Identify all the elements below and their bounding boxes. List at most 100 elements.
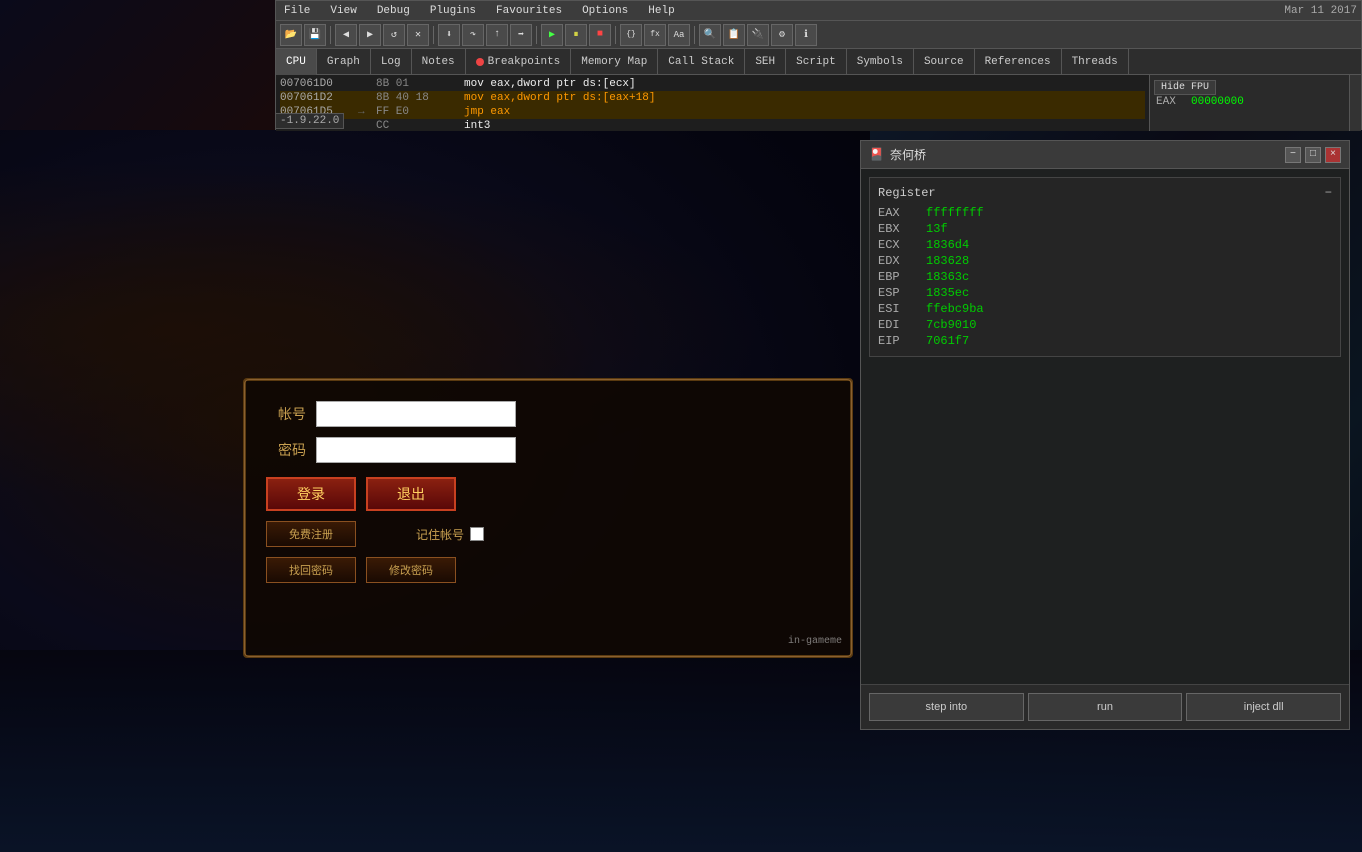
- tb-open[interactable]: 📂: [280, 24, 302, 46]
- exit-btn[interactable]: 退出: [366, 477, 456, 511]
- step-into-btn[interactable]: step into: [869, 693, 1024, 721]
- disasm-row-1[interactable]: 007061D2 8B 40 18 mov eax,dword ptr ds:[…: [280, 91, 1145, 105]
- dialog-naihe: 🎴 奈何桥 − □ × Register − EAX ffffffff EBX …: [860, 140, 1350, 730]
- tab-references[interactable]: References: [975, 49, 1062, 75]
- disasm-instr-2: jmp eax: [464, 106, 510, 118]
- tab-breakpoints[interactable]: Breakpoints: [466, 49, 572, 75]
- tb-back[interactable]: ◀: [335, 24, 357, 46]
- disasm-area: 007061D0 8B 01 mov eax,dword ptr ds:[ecx…: [276, 75, 1361, 131]
- tb-pause[interactable]: ⏸: [565, 24, 587, 46]
- menu-plugins[interactable]: Plugins: [426, 3, 480, 19]
- toolbar: 📂 💾 ◀ ▶ ↺ ✕ ⬇ ↷ ↑ ➡ ▶ ⏸ ■ {} fx Aa 🔍 📋 🔌…: [276, 21, 1361, 49]
- tb-sep5: [694, 26, 695, 44]
- tab-notes[interactable]: Notes: [412, 49, 466, 75]
- tb-restart[interactable]: ↺: [383, 24, 405, 46]
- password-label: 密码: [266, 440, 306, 460]
- menu-favourites[interactable]: Favourites: [492, 3, 566, 19]
- tab-symbols[interactable]: Symbols: [847, 49, 914, 75]
- tab-threads[interactable]: Threads: [1062, 49, 1129, 75]
- reg-eax-value: ffffffff: [926, 206, 1332, 220]
- tb-close[interactable]: ✕: [407, 24, 429, 46]
- menu-options[interactable]: Options: [578, 3, 632, 19]
- disasm-row-2[interactable]: 007061D5 → FF E0 jmp eax: [280, 105, 1145, 119]
- tab-cpu[interactable]: CPU: [276, 49, 317, 75]
- tb-forward[interactable]: ▶: [359, 24, 381, 46]
- tab-script[interactable]: Script: [786, 49, 847, 75]
- run-btn[interactable]: run: [1028, 693, 1183, 721]
- tb-runto[interactable]: ➡: [510, 24, 532, 46]
- dialog-maximize[interactable]: □: [1305, 147, 1321, 163]
- reg-ebp-value: 18363c: [926, 270, 1332, 284]
- tab-log[interactable]: Log: [371, 49, 412, 75]
- disasm-instr-0: mov eax,dword ptr ds:[ecx]: [464, 78, 636, 90]
- tb-help[interactable]: ℹ: [795, 24, 817, 46]
- login-btn[interactable]: 登录: [266, 477, 356, 511]
- tb-stop[interactable]: ■: [589, 24, 611, 46]
- tb-stepover[interactable]: ↷: [462, 24, 484, 46]
- tb-mem[interactable]: 🔍: [699, 24, 721, 46]
- tab-seh[interactable]: SEH: [745, 49, 786, 75]
- inject-dll-btn[interactable]: inject dll: [1186, 693, 1341, 721]
- tb-run[interactable]: ▶: [541, 24, 563, 46]
- change-pwd-btn[interactable]: 修改密码: [366, 557, 456, 583]
- tb-stepinto[interactable]: ⬇: [438, 24, 460, 46]
- disasm-bytes-0: 8B 01: [376, 78, 456, 90]
- tb-stepout[interactable]: ↑: [486, 24, 508, 46]
- tab-memory-label: Memory Map: [581, 56, 647, 68]
- dialog-title-area: 🎴 奈何桥: [869, 146, 926, 163]
- tab-memory-map[interactable]: Memory Map: [571, 49, 658, 75]
- tb-opts[interactable]: ⚙: [771, 24, 793, 46]
- register-btn[interactable]: 免费注册: [266, 521, 356, 547]
- disasm-bytes-1: 8B 40 18: [376, 92, 456, 104]
- menu-file[interactable]: File: [280, 3, 314, 19]
- reg-edx-value: 183628: [926, 254, 1332, 268]
- tab-callstack-label: Call Stack: [668, 56, 734, 68]
- reg-eax-label: EAX: [878, 206, 918, 220]
- menu-debug[interactable]: Debug: [373, 3, 414, 19]
- tab-script-label: Script: [796, 56, 836, 68]
- tab-cpu-label: CPU: [286, 56, 306, 68]
- game-login-dialog: 帐号 密码 登录 退出 免费注册 记住帐号 找回密码 修改密码 in-gamem…: [243, 378, 853, 658]
- dialog-content: Register − EAX ffffffff EBX 13f ECX 1836…: [861, 169, 1349, 684]
- reg-top-panel: Hide FPU EAX 00000000: [1149, 75, 1349, 131]
- hide-fpu-btn[interactable]: Hide FPU: [1154, 79, 1345, 93]
- tab-bar: CPU Graph Log Notes Breakpoints Memory M…: [276, 49, 1361, 75]
- tb-patch[interactable]: fx: [644, 24, 666, 46]
- tab-symbols-label: Symbols: [857, 56, 903, 68]
- find-pwd-btn[interactable]: 找回密码: [266, 557, 356, 583]
- disasm-addr-0: 007061D0: [280, 78, 350, 90]
- menu-help[interactable]: Help: [644, 3, 678, 19]
- disasm-instr-1: mov eax,dword ptr ds:[eax+18]: [464, 92, 655, 104]
- remember-label: 记住帐号: [416, 526, 464, 543]
- tab-source-label: Source: [924, 56, 964, 68]
- reg-edx-label: EDX: [878, 254, 918, 268]
- dialog-title-text: 奈何桥: [890, 146, 926, 163]
- reg-section-minus[interactable]: −: [1325, 186, 1332, 200]
- dialog-controls: − □ ×: [1285, 147, 1341, 163]
- disasm-row-0[interactable]: 007061D0 8B 01 mov eax,dword ptr ds:[ecx…: [280, 77, 1145, 91]
- tb-ref[interactable]: 📋: [723, 24, 745, 46]
- reg-ecx-value: 1836d4: [926, 238, 1332, 252]
- tb-sep3: [536, 26, 537, 44]
- tb-font[interactable]: Aa: [668, 24, 690, 46]
- reg-section-header: Register −: [878, 186, 1332, 200]
- reg-eip-label: EIP: [878, 334, 918, 348]
- tab-call-stack[interactable]: Call Stack: [658, 49, 745, 75]
- tb-save[interactable]: 💾: [304, 24, 326, 46]
- password-input[interactable]: [316, 437, 516, 463]
- dialog-minimize[interactable]: −: [1285, 147, 1301, 163]
- tab-graph[interactable]: Graph: [317, 49, 371, 75]
- account-input[interactable]: [316, 401, 516, 427]
- tab-source[interactable]: Source: [914, 49, 975, 75]
- dialog-close[interactable]: ×: [1325, 147, 1341, 163]
- reg-section-title: Register: [878, 186, 936, 200]
- disasm-row-3[interactable]: 007061D7 CC int3: [280, 119, 1145, 131]
- menu-view[interactable]: View: [326, 3, 360, 19]
- tab-threads-label: Threads: [1072, 56, 1118, 68]
- disasm-scrollbar[interactable]: [1349, 75, 1361, 131]
- tb-asm[interactable]: {}: [620, 24, 642, 46]
- tb-plug[interactable]: 🔌: [747, 24, 769, 46]
- remember-checkbox[interactable]: [470, 527, 484, 541]
- remember-row: 记住帐号: [416, 526, 484, 543]
- reg-edi-label: EDI: [878, 318, 918, 332]
